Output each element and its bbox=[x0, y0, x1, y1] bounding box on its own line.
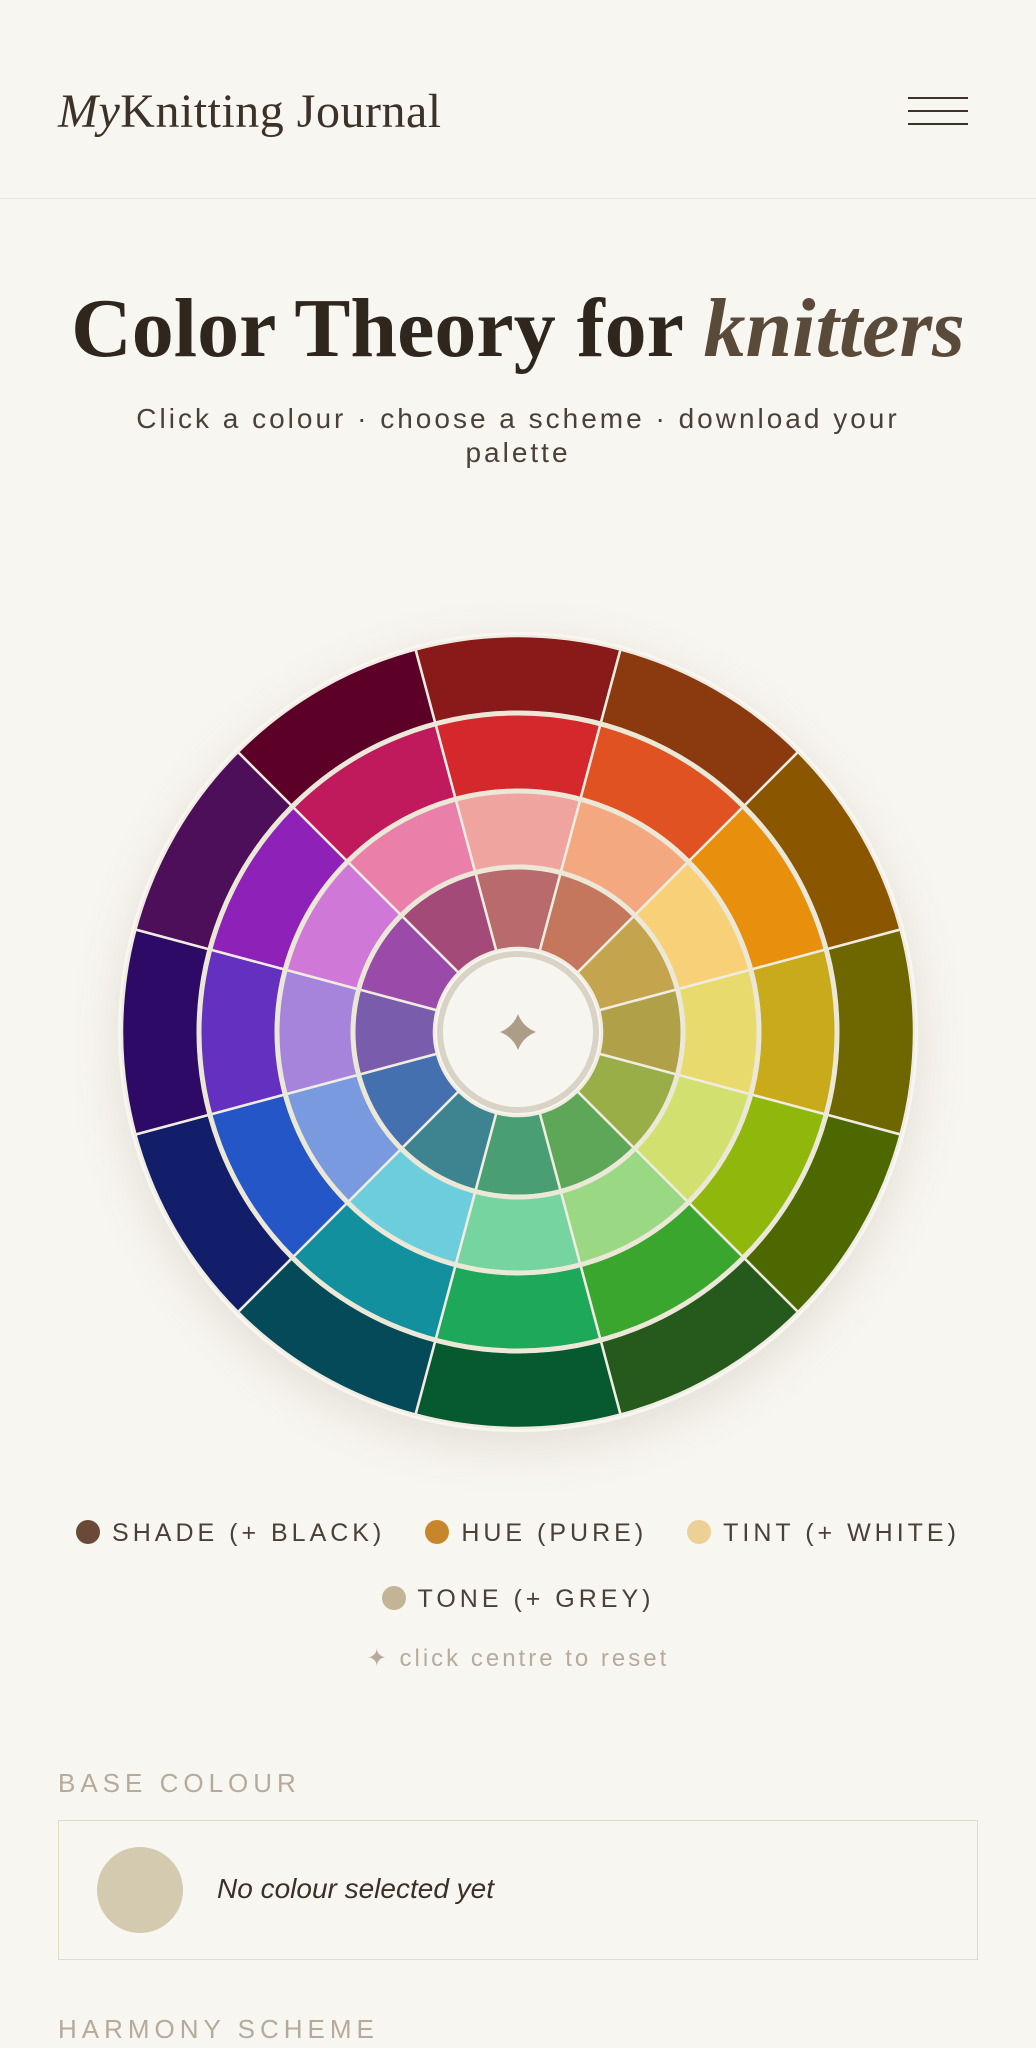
page-subtitle: Click a colour · choose a scheme · downl… bbox=[136, 403, 900, 468]
base-colour-empty-text: No colour selected yet bbox=[217, 1873, 495, 1904]
wheel-segment-tint[interactable] bbox=[676, 968, 760, 1096]
legend-dot-icon bbox=[687, 1519, 712, 1544]
wheel-segment-tint[interactable] bbox=[454, 1190, 582, 1274]
page-title-emphasis: knitters bbox=[703, 282, 965, 375]
legend-dot-icon bbox=[381, 1585, 406, 1610]
legend-row: TONE (+ GREY) bbox=[0, 1584, 1036, 1614]
wheel-segment-hue[interactable] bbox=[434, 712, 602, 800]
menu-line bbox=[908, 97, 968, 99]
legend-row: SHADE (+ BLACK) HUE (PURE) TINT (+ WHITE) bbox=[0, 1518, 1036, 1548]
wheel-segment-tint[interactable] bbox=[276, 968, 360, 1096]
base-colour-label: BASE COLOUR bbox=[58, 1768, 301, 1798]
wheel-segment-hue[interactable] bbox=[434, 1264, 602, 1352]
legend-item: TINT (+ WHITE) bbox=[687, 1518, 960, 1548]
legend-label: TINT (+ WHITE) bbox=[723, 1519, 960, 1548]
page: MyKnitting Journal Color Theory for knit… bbox=[0, 0, 1036, 2048]
legend-item: SHADE (+ BLACK) bbox=[76, 1518, 385, 1548]
reset-hint[interactable]: ✦ click centre to reset bbox=[0, 1644, 1036, 1673]
menu-line bbox=[908, 110, 968, 112]
hamburger-menu-icon[interactable] bbox=[908, 94, 968, 128]
wheel-segment-shade[interactable] bbox=[120, 927, 211, 1137]
wheel-segment-shade[interactable] bbox=[825, 927, 916, 1137]
base-colour-panel: No colour selected yet bbox=[58, 1820, 978, 1960]
site-header: MyKnitting Journal bbox=[0, 0, 1036, 199]
wheel-segment-shade[interactable] bbox=[413, 634, 623, 725]
colour-wheel bbox=[118, 632, 918, 1432]
colour-wheel-svg bbox=[120, 634, 916, 1430]
legend-item: TONE (+ GREY) bbox=[381, 1584, 655, 1614]
wheel-segment-hue[interactable] bbox=[198, 948, 286, 1116]
page-title: Color Theory for knitters bbox=[0, 280, 1036, 377]
menu-line bbox=[908, 123, 968, 125]
base-colour-swatch bbox=[97, 1847, 183, 1933]
legend-dot-icon bbox=[76, 1519, 101, 1544]
legend-dot-icon bbox=[425, 1519, 450, 1544]
wheel-segment-hue[interactable] bbox=[750, 948, 838, 1116]
page-title-main: Color Theory for bbox=[71, 282, 704, 375]
legend-label: SHADE (+ BLACK) bbox=[112, 1519, 386, 1548]
brand-logo[interactable]: MyKnitting Journal bbox=[58, 84, 442, 139]
wheel-segment-tint[interactable] bbox=[454, 790, 582, 874]
legend-label: TONE (+ GREY) bbox=[417, 1585, 655, 1614]
legend-label: HUE (PURE) bbox=[461, 1519, 648, 1548]
brand-name: Knitting Journal bbox=[120, 85, 442, 138]
legend-item: HUE (PURE) bbox=[425, 1518, 647, 1548]
wheel-segment-shade[interactable] bbox=[413, 1339, 623, 1430]
brand-my: My bbox=[58, 85, 121, 138]
harmony-scheme-label: HARMONY SCHEME bbox=[58, 2014, 379, 2044]
